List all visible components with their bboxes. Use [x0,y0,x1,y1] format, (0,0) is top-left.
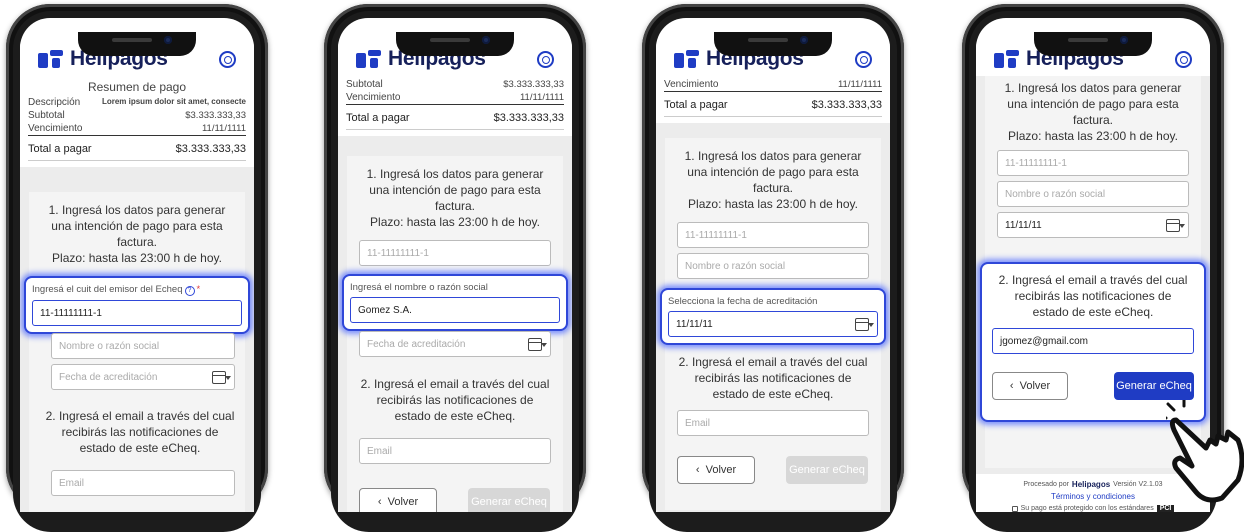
name-field-highlight: Ingresá el nombre o razón social Gomez S… [342,274,568,331]
phone-frame-1: Helipagos Resumen de pago Descripción Lor… [6,4,268,532]
date-input[interactable]: Fecha de acreditación [359,331,551,357]
summary-total-row: Total a pagar $3.333.333,33 [664,92,882,117]
helipagos-logo-icon [674,50,700,68]
phone-screen-2: Helipagos Subtotal $3.333.333,33 Vencimie… [338,18,572,512]
payment-summary: Resumen de pago Descripción Lorem ipsum d… [20,76,254,167]
chevron-down-icon [868,323,874,327]
cuit-input[interactable]: 11-11111111-1 [997,150,1189,176]
notch [396,32,514,56]
step1-instructions: 1. Ingresá los datos para generar una int… [48,203,226,265]
name-input[interactable]: Nombre o razón social [997,181,1189,207]
generate-echeq-button[interactable]: Generar eCheq [468,488,550,512]
back-button[interactable]: ‹ Volver [359,488,437,512]
lock-icon [1011,505,1018,512]
helipagos-logo-icon [38,50,64,68]
summary-due-row: Vencimiento 11/11/1111 [664,79,882,92]
chevron-down-icon [1179,224,1185,228]
whatsapp-icon[interactable] [219,51,236,68]
helipagos-logo-icon [356,50,382,68]
chevron-down-icon [225,376,231,380]
cuit-input[interactable]: 11-11111111-1 [32,300,242,326]
main-content: Resumen de pago Descripción Lorem ipsum d… [20,76,254,512]
back-button[interactable]: ‹ Volver [677,456,755,484]
step2-instructions: 2. Ingresá el email a través del cual rec… [45,409,235,455]
date-label: Selecciona la fecha de acreditación [668,296,818,307]
phone-frame-3: Helipagos Vencimiento 11/11/1111 Total a … [642,4,904,532]
calendar-icon[interactable] [528,338,542,351]
summary-due-row: Vencimiento 11/11/1111 [28,123,246,136]
calendar-icon[interactable] [1166,219,1180,232]
date-input[interactable]: 11/11/11 [668,311,878,337]
back-button[interactable]: ‹ Volver [992,372,1068,400]
name-input[interactable]: Gomez S.A. [350,297,560,323]
email-input[interactable]: Email [359,438,551,464]
email-input[interactable]: Email [51,470,235,496]
cuit-field-highlight: Ingresá el cuit del emisor del Echeq? * 1… [24,276,250,334]
cuit-input[interactable]: 11-11111111-1 [359,240,551,266]
email-input[interactable]: jgomez@gmail.com [992,328,1194,354]
payment-summary: Subtotal $3.333.333,33 Vencimiento 11/11/1… [338,76,572,136]
step2-instructions: 2. Ingresá el email a través del cual rec… [998,273,1188,319]
cuit-label: Ingresá el cuit del emisor del Echeq? * [32,284,201,296]
email-input[interactable]: Email [677,410,869,436]
notch [78,32,196,56]
summary-subtotal-row: Subtotal $3.333.333,33 [28,110,246,121]
pointing-hand-icon [1166,400,1244,503]
summary-title: Resumen de pago [87,80,187,94]
chevron-down-icon [541,343,547,347]
phone-screen-3: Helipagos Vencimiento 11/11/1111 Total a … [656,18,890,512]
whatsapp-icon[interactable] [855,51,872,68]
summary-total-row: Total a pagar $3.333.333,33 [28,136,246,161]
notch [714,32,832,56]
phone-frame-2: Helipagos Subtotal $3.333.333,33 Vencimie… [324,4,586,532]
date-input[interactable]: 11/11/11 [997,212,1189,238]
cuit-input[interactable]: 11-11111111-1 [677,222,869,248]
calendar-icon[interactable] [855,318,869,331]
generate-echeq-button[interactable]: Generar eCheq [1114,372,1194,400]
notch [1034,32,1152,56]
step1-instructions: 1. Ingresá los datos para generar una int… [1004,81,1182,143]
helipagos-logo-icon [994,50,1020,68]
date-field-highlight: Selecciona la fecha de acreditación 11/1… [660,288,886,345]
step1-instructions: 1. Ingresá los datos para generar una int… [684,149,862,211]
phone-screen-1: Helipagos Resumen de pago Descripción Lor… [20,18,254,512]
summary-due-row: Vencimiento 11/11/1111 [346,92,564,105]
name-label: Ingresá el nombre o razón social [350,282,488,293]
calendar-icon[interactable] [212,371,226,384]
summary-total-row: Total a pagar $3.333.333,33 [346,105,564,130]
generate-echeq-button[interactable]: Generar eCheq [786,456,868,484]
help-icon[interactable]: ? [184,286,195,296]
step1-instructions: 1. Ingresá los datos para generar una int… [366,167,544,229]
summary-description-row: Descripción Lorem ipsum dolor sit amet, c… [28,97,246,108]
main-content: Subtotal $3.333.333,33 Vencimiento 11/11/1… [338,76,572,512]
whatsapp-icon[interactable] [537,51,554,68]
step2-instructions: 2. Ingresá el email a través del cual rec… [360,377,550,423]
summary-subtotal-row: Subtotal $3.333.333,33 [346,79,564,90]
date-input[interactable]: Fecha de acreditación [51,364,235,390]
payment-summary: Vencimiento 11/11/1111 Total a pagar $3.33… [656,76,890,123]
main-content: Vencimiento 11/11/1111 Total a pagar $3.33… [656,76,890,512]
email-section-highlight: 2. Ingresá el email a través del cual rec… [980,262,1206,422]
whatsapp-icon[interactable] [1175,51,1192,68]
step2-instructions: 2. Ingresá el email a través del cual rec… [678,355,868,401]
name-input[interactable]: Nombre o razón social [51,333,235,359]
name-input[interactable]: Nombre o razón social [677,253,869,279]
